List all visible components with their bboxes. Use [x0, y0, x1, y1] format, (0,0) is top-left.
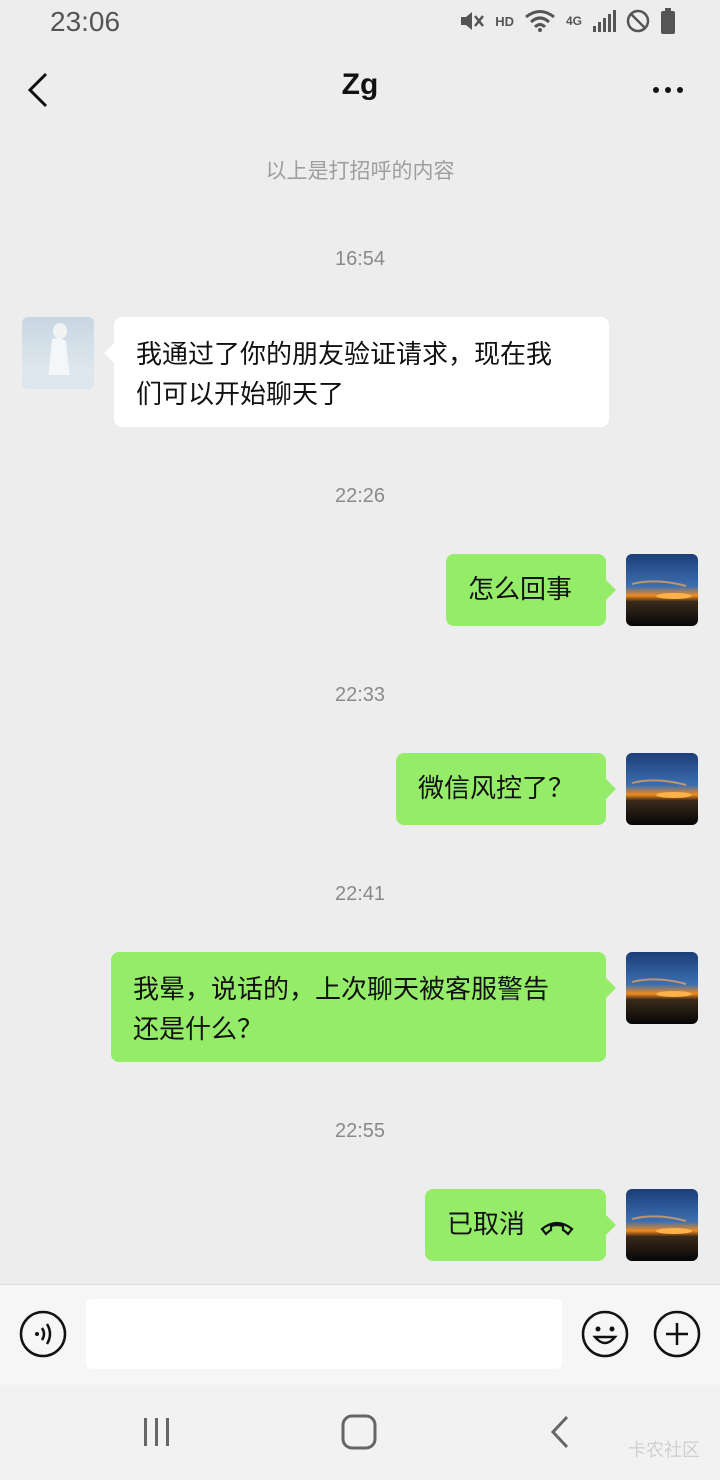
more-icon [653, 87, 683, 93]
watermark: 卡农社区 [628, 1440, 700, 1461]
message-line: 们可以开始聊天了 [136, 380, 345, 410]
emoji-icon [581, 1310, 629, 1358]
message-bubble-outgoing[interactable]: 微信风控了？ [396, 753, 616, 825]
plus-icon [653, 1310, 701, 1358]
voice-button[interactable] [18, 1309, 68, 1359]
timestamp: 16:54 [334, 248, 386, 270]
sunset-avatar-image [626, 952, 698, 1024]
message-line: 还是什么？ [133, 1015, 264, 1045]
system-nav-bar: 卡农社区 [0, 1385, 720, 1480]
hd-label: HD [495, 13, 514, 29]
recent-apps-button[interactable] [140, 1415, 174, 1449]
do-not-disturb-icon [626, 9, 650, 33]
emoji-button[interactable] [580, 1309, 630, 1359]
wifi-icon [525, 10, 555, 32]
my-avatar[interactable] [626, 1189, 698, 1261]
timestamp: 22:33 [334, 684, 386, 706]
home-button[interactable] [340, 1413, 378, 1451]
system-back-button[interactable] [545, 1413, 575, 1451]
message-text: 怎么回事 [468, 575, 573, 605]
home-icon [341, 1414, 377, 1450]
more-button[interactable] [650, 78, 690, 102]
sunset-avatar-image [626, 1189, 698, 1261]
my-avatar[interactable] [626, 554, 698, 626]
greeting-hint: 以上是打招呼的内容 [265, 159, 455, 183]
message-bubble-outgoing[interactable]: 我晕，说话的，上次聊天被客服警告 还是什么？ [111, 952, 616, 1062]
battery-icon [661, 8, 675, 34]
message-text: 已取消 [447, 1210, 526, 1240]
message-bubble-outgoing[interactable]: 怎么回事 [446, 554, 616, 626]
chat-title: Zg [341, 68, 379, 101]
my-avatar[interactable] [626, 753, 698, 825]
mute-icon [461, 12, 485, 30]
signal-icon [593, 10, 616, 32]
timestamp: 22:41 [334, 883, 386, 905]
sunset-avatar-image [626, 753, 698, 825]
message-input[interactable] [86, 1299, 562, 1369]
more-actions-button[interactable] [652, 1309, 702, 1359]
sunset-avatar-image [626, 554, 698, 626]
status-bar: 23:06 HD 4G [0, 0, 720, 48]
status-icons: HD 4G [459, 8, 676, 34]
message-line: 我晕，说话的，上次聊天被客服警告 [133, 975, 550, 1005]
network-label: 4G [565, 14, 582, 28]
input-bar [0, 1284, 720, 1385]
message-line: 我通过了你的朋友验证请求，现在我 [136, 340, 553, 370]
contact-avatar[interactable] [22, 317, 94, 389]
timestamp: 22:26 [334, 485, 386, 507]
call-cancelled-bubble[interactable]: 已取消 [425, 1189, 616, 1261]
message-bubble-incoming[interactable]: 我通过了你的朋友验证请求，现在我 们可以开始聊天了 [104, 317, 609, 427]
recent-apps-icon [144, 1418, 169, 1446]
voice-icon [19, 1310, 67, 1358]
contact-avatar-image [22, 317, 94, 389]
system-back-icon [550, 1415, 569, 1449]
message-text: 微信风控了？ [418, 774, 575, 804]
phone-hangup-icon [540, 1221, 574, 1236]
my-avatar[interactable] [626, 952, 698, 1024]
status-time: 23:06 [50, 6, 121, 37]
timestamp: 22:55 [334, 1120, 386, 1142]
chat-header: Zg [0, 48, 720, 134]
